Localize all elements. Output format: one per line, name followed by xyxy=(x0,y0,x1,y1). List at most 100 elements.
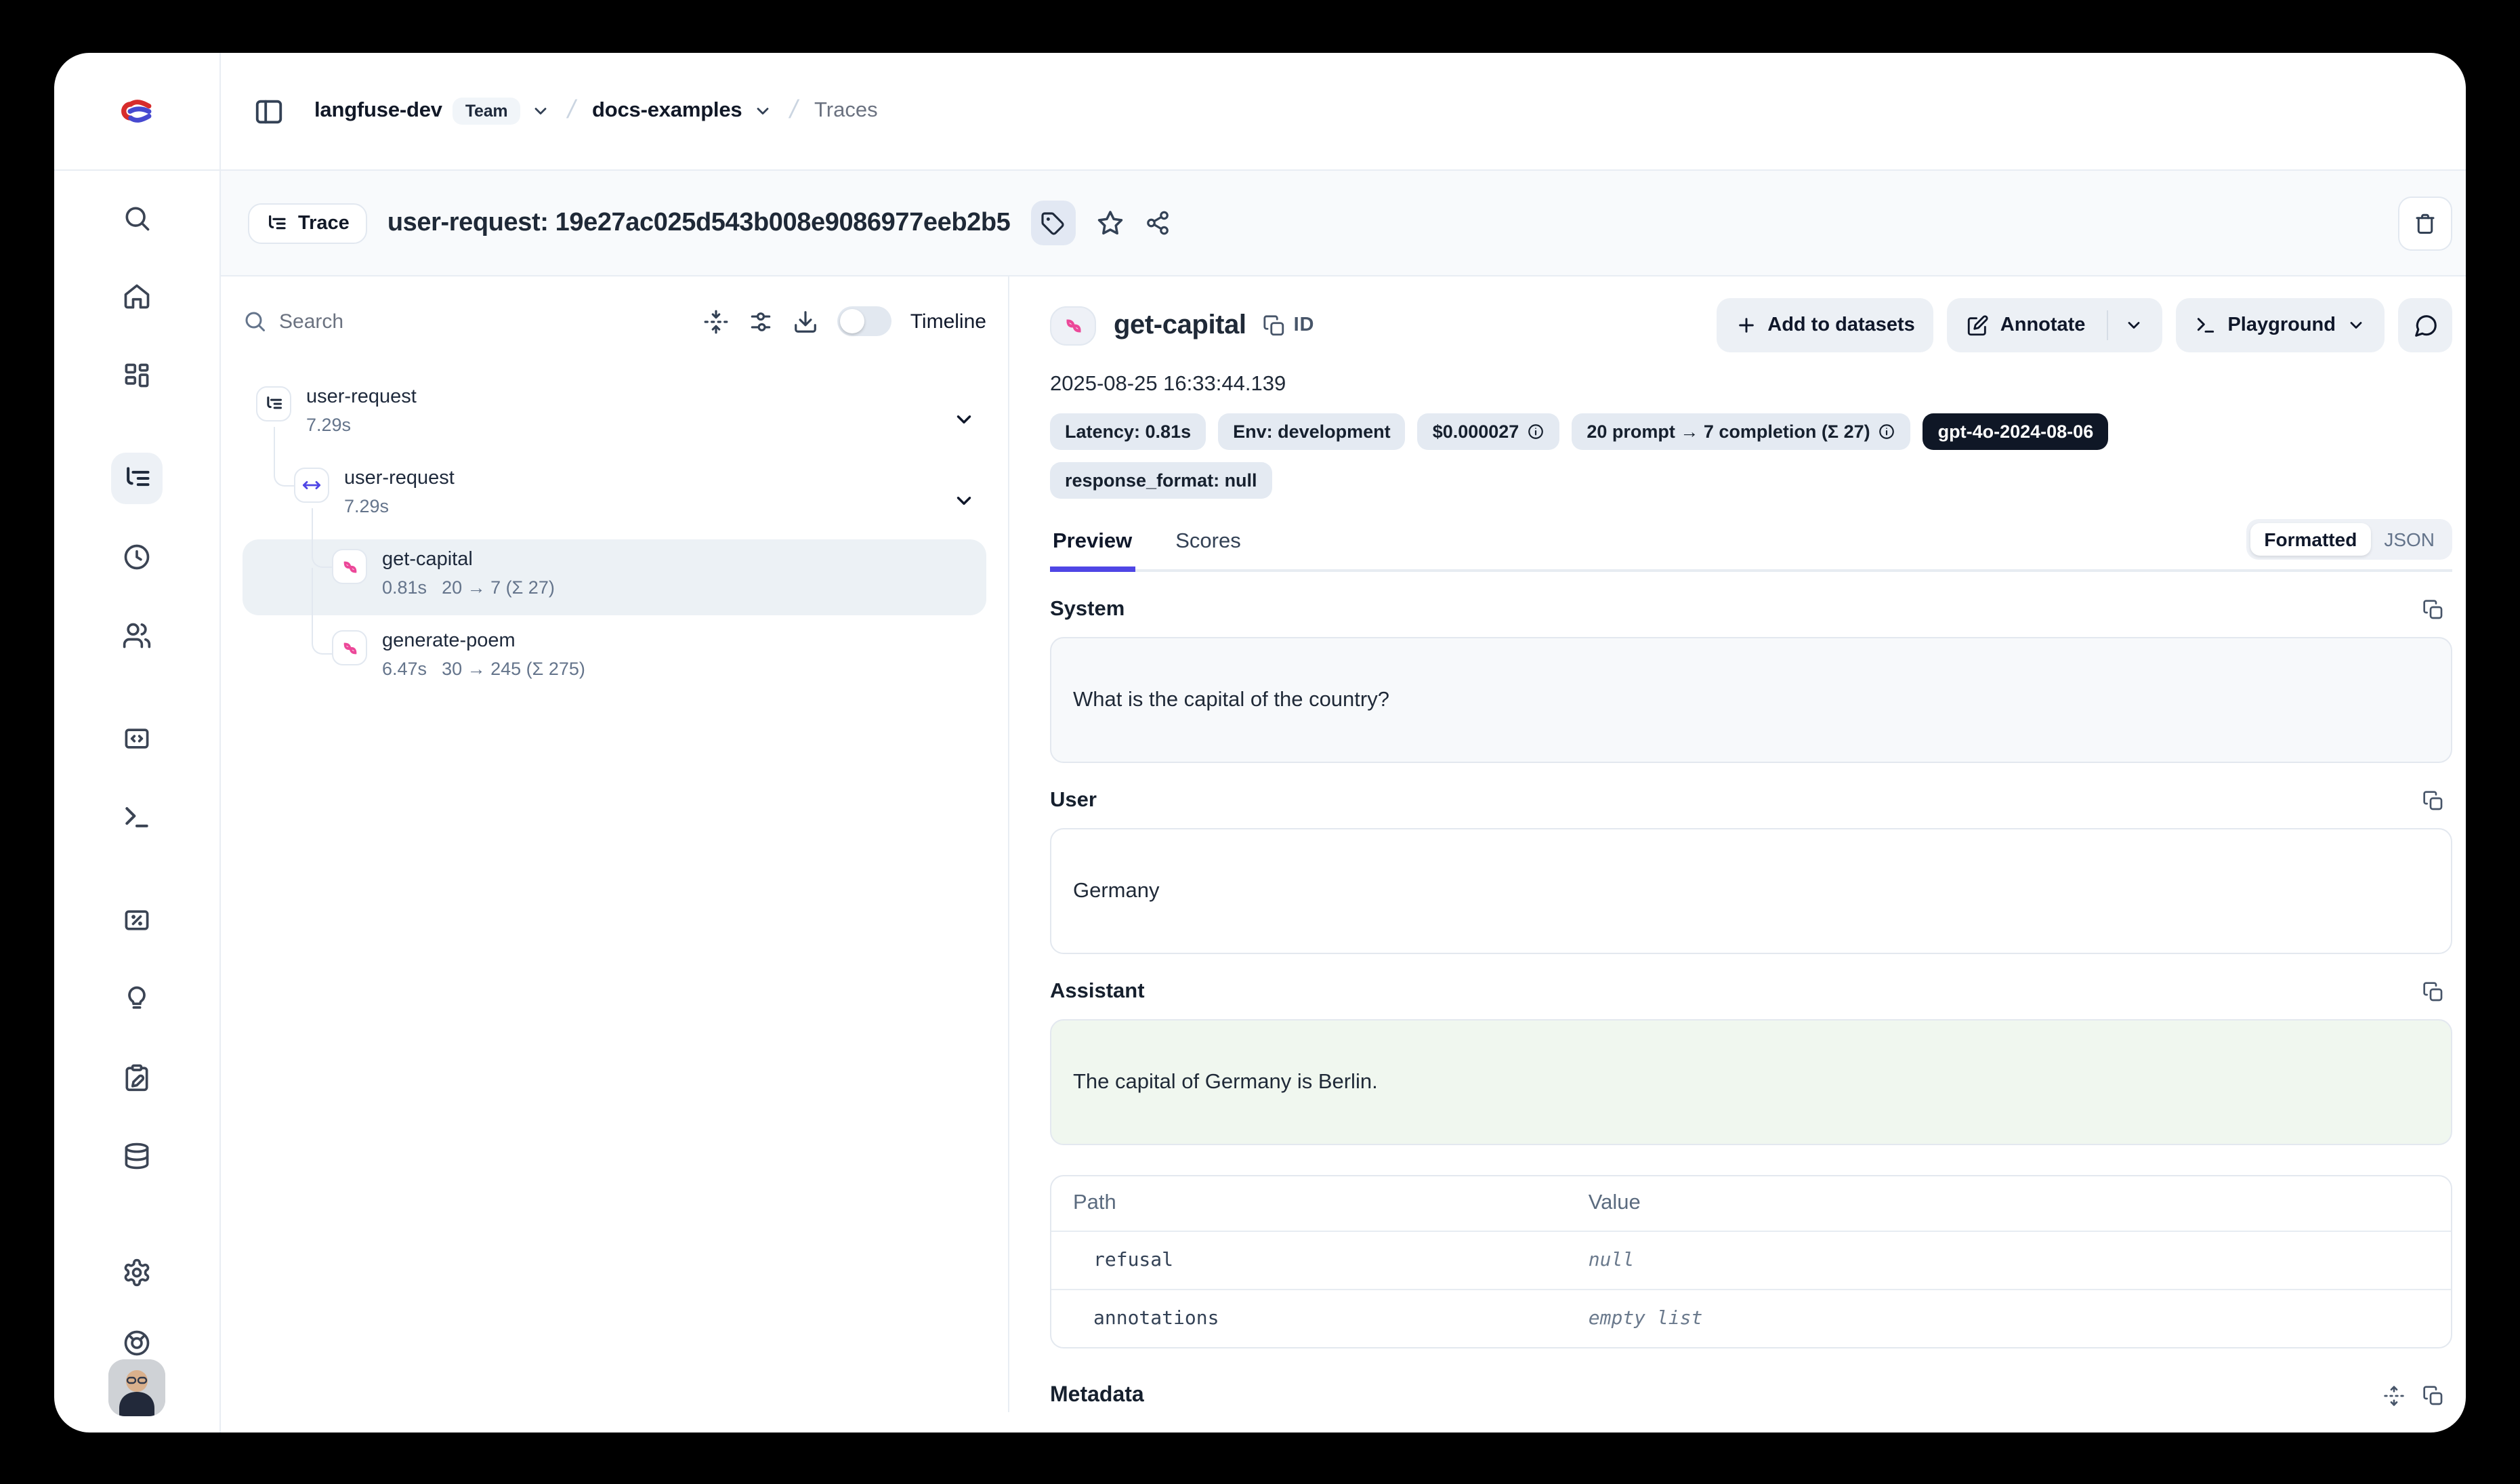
terminal-icon xyxy=(2195,314,2217,336)
sidebar-item-sessions[interactable] xyxy=(111,531,163,583)
copy-icon[interactable] xyxy=(2422,981,2444,1003)
tree-node-generation-selected[interactable]: get-capital 0.81s 20 → 7 (Σ 27) xyxy=(243,539,986,615)
tree-controls: Timeline xyxy=(243,293,986,350)
column-header-path: Path xyxy=(1073,1191,1589,1216)
sidebar-toggle-button[interactable] xyxy=(253,96,285,127)
generation-icon xyxy=(339,556,360,577)
list-tree-icon xyxy=(264,394,283,413)
lightbulb-icon xyxy=(122,984,152,1014)
org-plan-badge: Team xyxy=(453,98,520,125)
breadcrumb-project[interactable]: docs-examples xyxy=(592,99,772,123)
metadata-section-header: Metadata xyxy=(1050,1384,2452,1408)
section-title: User xyxy=(1050,789,1097,813)
copy-id-control[interactable]: ID xyxy=(1263,314,1315,337)
search-icon xyxy=(122,203,152,233)
generation-node-chip xyxy=(332,630,367,665)
comments-button[interactable] xyxy=(2398,298,2452,352)
annotate-button[interactable]: Annotate xyxy=(1948,298,2163,352)
sidebar-item-dashboards[interactable] xyxy=(111,350,163,401)
file-code-icon xyxy=(122,724,152,754)
sidebar-item-prompts[interactable] xyxy=(111,713,163,764)
sidebar-item-users[interactable] xyxy=(111,610,163,661)
table-row: refusal null xyxy=(1051,1231,2451,1289)
comment-bubble-icon xyxy=(2412,312,2438,338)
breadcrumb-separator: / xyxy=(786,96,800,126)
download-button[interactable] xyxy=(793,308,818,334)
terminal-icon xyxy=(122,802,152,832)
sidebar-item-home[interactable] xyxy=(111,271,163,323)
chevron-down-icon xyxy=(530,102,549,121)
tags-button[interactable] xyxy=(1030,201,1075,245)
env-badge: Env: development xyxy=(1218,413,1406,450)
observation-timestamp: 2025-08-25 16:33:44.139 xyxy=(1050,373,2452,397)
annotate-label: Annotate xyxy=(2000,314,2086,336)
panel-left-icon xyxy=(253,96,285,127)
json-toggle[interactable]: JSON xyxy=(2370,523,2448,556)
sidebar-item-playground[interactable] xyxy=(111,791,163,843)
latency-badge: Latency: 0.81s xyxy=(1050,413,1206,450)
generation-icon xyxy=(339,638,360,658)
user-message-box: Germany xyxy=(1050,828,2452,954)
nav-rail xyxy=(54,171,221,1433)
detail-scroll-area[interactable]: System What is the capital of the countr… xyxy=(1050,572,2452,1412)
clock-icon xyxy=(122,542,152,572)
tab-preview[interactable]: Preview xyxy=(1050,518,1135,569)
row-value: empty list xyxy=(1589,1308,2429,1330)
row-value: null xyxy=(1589,1250,2429,1271)
system-message-box: What is the capital of the country? xyxy=(1050,637,2452,763)
search-icon xyxy=(243,309,267,333)
response-format-badge: response_format: null xyxy=(1050,462,1272,499)
generation-icon xyxy=(1062,314,1085,337)
delete-trace-button[interactable] xyxy=(2398,196,2452,250)
sidebar-item-scores[interactable] xyxy=(111,894,163,946)
home-icon xyxy=(122,282,152,312)
row-path: refusal xyxy=(1073,1250,1589,1271)
breadcrumb-org[interactable]: langfuse-dev Team xyxy=(314,98,549,125)
chevron-down-icon[interactable] xyxy=(952,489,975,512)
output-details-table: Path Value refusal null annotations empt… xyxy=(1050,1175,2452,1348)
sidebar-item-search[interactable] xyxy=(111,192,163,244)
add-to-datasets-button[interactable]: Add to datasets xyxy=(1716,298,1934,352)
info-icon xyxy=(1527,423,1545,440)
breadcrumb-section: Traces xyxy=(814,99,878,123)
copy-icon[interactable] xyxy=(2422,790,2444,812)
database-icon xyxy=(122,1141,152,1171)
sidebar-item-tracing[interactable] xyxy=(111,453,163,504)
user-avatar[interactable] xyxy=(108,1359,165,1416)
sidebar-item-annotation[interactable] xyxy=(111,1052,163,1103)
unfold-vertical-icon[interactable] xyxy=(2383,1385,2405,1407)
sidebar-item-insights[interactable] xyxy=(111,973,163,1025)
section-title: System xyxy=(1050,598,1125,622)
chevron-down-icon[interactable] xyxy=(2124,316,2143,335)
detail-header: get-capital ID Add to datasets xyxy=(1050,298,2452,352)
chevron-down-icon[interactable] xyxy=(952,408,975,431)
node-duration: 0.81s xyxy=(382,577,427,598)
generation-chip xyxy=(1050,306,1096,345)
formatted-toggle[interactable]: Formatted xyxy=(2250,523,2370,556)
search-input[interactable] xyxy=(279,310,684,333)
copy-icon[interactable] xyxy=(2422,1385,2444,1407)
tree-node-trace[interactable]: user-request 7.29s xyxy=(243,377,986,453)
timeline-toggle[interactable] xyxy=(837,306,891,336)
copy-icon xyxy=(1263,314,1286,337)
usage-badge[interactable]: 20 prompt → 7 completion (Σ 27) xyxy=(1572,413,1910,450)
tab-scores[interactable]: Scores xyxy=(1173,518,1244,569)
cost-badge[interactable]: $0.000027 xyxy=(1418,413,1560,450)
system-section: System What is the capital of the countr… xyxy=(1050,598,2452,763)
playground-button[interactable]: Playground xyxy=(2176,298,2385,352)
collapse-all-button[interactable] xyxy=(703,308,729,334)
bookmark-button[interactable] xyxy=(1095,209,1124,237)
copy-icon[interactable] xyxy=(2422,599,2444,621)
share-button[interactable] xyxy=(1144,210,1170,236)
model-badge[interactable]: gpt-4o-2024-08-06 xyxy=(1923,413,2109,450)
table-row: annotations empty list xyxy=(1051,1289,2451,1347)
tree-settings-button[interactable] xyxy=(748,308,774,334)
tree-node-generation[interactable]: generate-poem 6.47s 30 → 245 (Σ 275) xyxy=(243,621,986,697)
sidebar-item-settings[interactable] xyxy=(111,1247,163,1298)
topbar: langfuse-dev Team / docs-examples / Trac… xyxy=(54,53,2466,171)
tree-node-span[interactable]: user-request 7.29s xyxy=(243,458,986,534)
gear-icon xyxy=(122,1258,152,1287)
chevron-down-icon xyxy=(753,102,772,121)
dashboard-icon xyxy=(122,360,152,390)
sidebar-item-datasets[interactable] xyxy=(111,1130,163,1182)
